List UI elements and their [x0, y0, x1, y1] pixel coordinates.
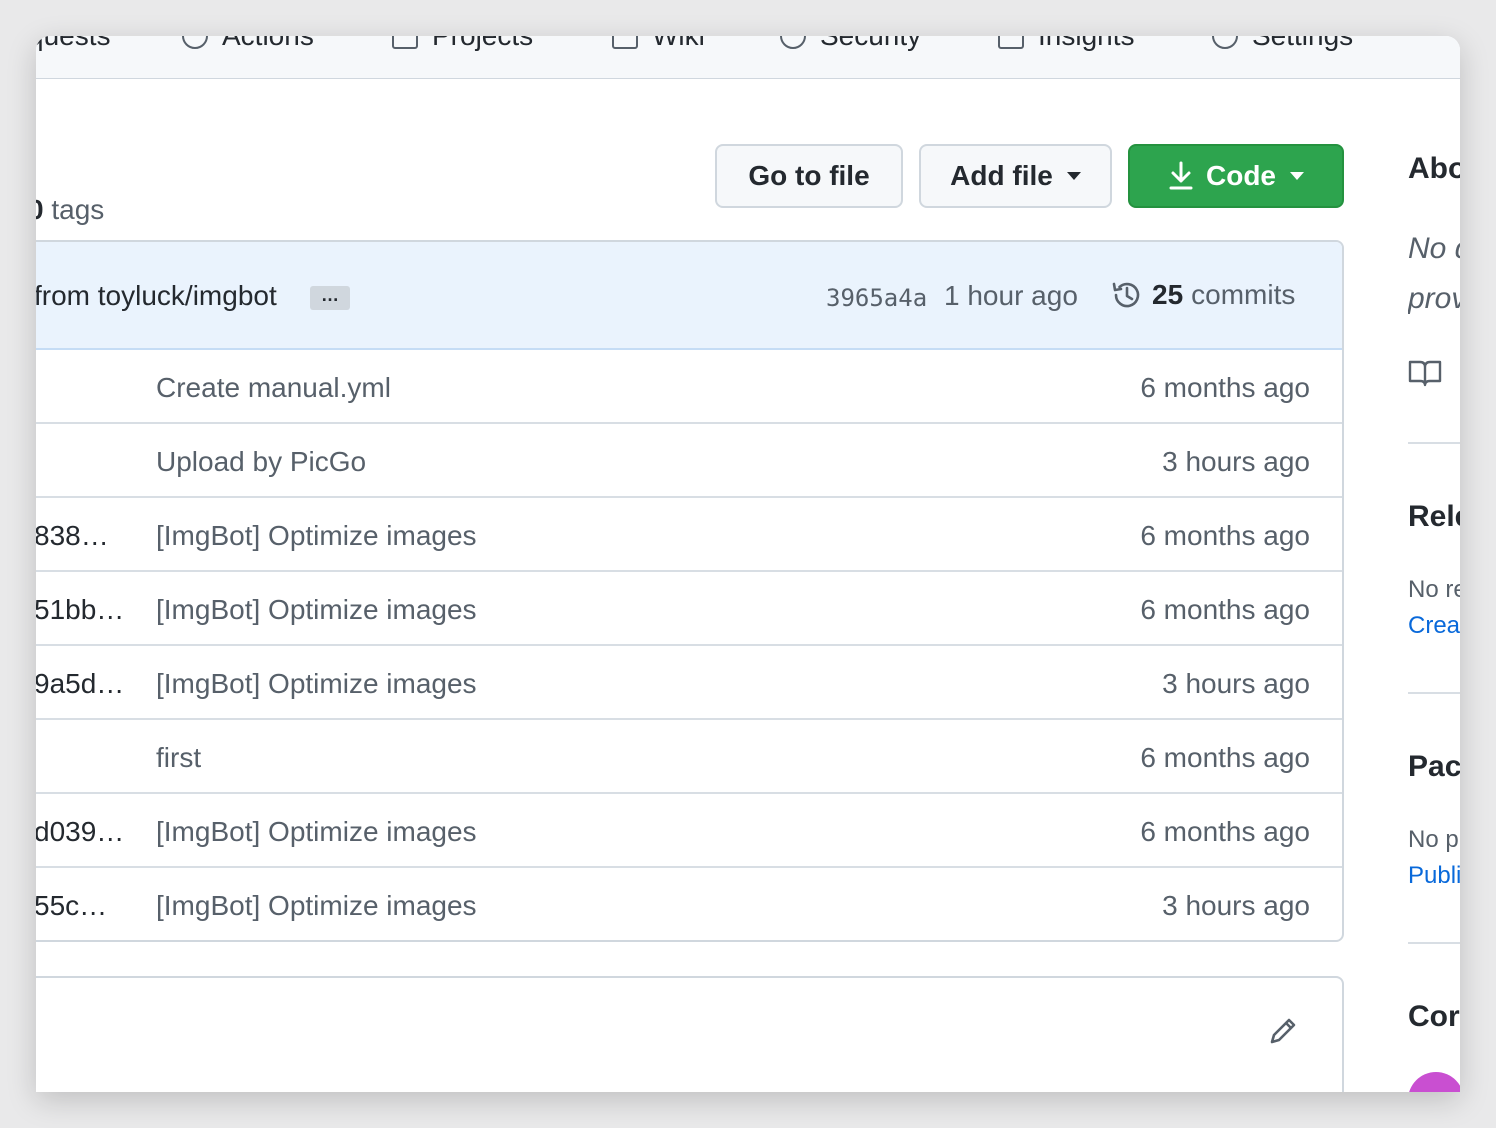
tags-label: tags: [51, 194, 105, 225]
file-row[interactable]: first 6 months ago: [36, 720, 1342, 794]
graph-icon: [998, 36, 1024, 49]
file-row[interactable]: 51bb… [ImgBot] Optimize images 6 months …: [36, 572, 1342, 646]
file-commit-message[interactable]: first: [156, 742, 201, 774]
tags-link[interactable]: 0 tags: [36, 194, 104, 226]
file-age: 6 months ago: [1140, 742, 1310, 773]
commits-history-link[interactable]: 25 commits: [1110, 278, 1295, 312]
file-row[interactable]: 9a5d… [ImgBot] Optimize images 3 hours a…: [36, 646, 1342, 720]
nav-label: Wiki: [652, 36, 705, 52]
file-row[interactable]: d039… [ImgBot] Optimize images 6 months …: [36, 794, 1342, 868]
file-row[interactable]: 838… [ImgBot] Optimize images 6 months a…: [36, 498, 1342, 572]
create-release-link[interactable]: Crea: [1408, 612, 1460, 640]
about-text: prov: [1408, 282, 1460, 315]
play-icon: [182, 36, 208, 49]
latest-commit-bar: from toyluck/imgbot … 3965a4a 1 hour ago…: [36, 242, 1342, 350]
commits-label: commits: [1191, 279, 1296, 310]
go-to-file-label: Go to file: [748, 160, 870, 191]
shield-icon: [780, 36, 806, 49]
file-commit-message[interactable]: Create manual.yml: [156, 372, 391, 404]
about-heading: Abo: [1408, 152, 1460, 185]
file-commit-message[interactable]: [ImgBot] Optimize images: [156, 594, 477, 626]
nav-projects[interactable]: Projects: [392, 36, 533, 54]
file-name[interactable]: 838…: [36, 520, 109, 552]
file-age: 6 months ago: [1140, 520, 1310, 551]
releases-text: No re: [1408, 576, 1460, 603]
nav-label: Projects: [432, 36, 533, 52]
nav-pull-requests[interactable]: quests: [36, 36, 111, 54]
nav-label: Security: [820, 36, 921, 52]
chevron-down-icon: [1066, 172, 1081, 180]
book-icon[interactable]: [1408, 358, 1442, 388]
about-text: No d: [1408, 232, 1460, 265]
file-age: 3 hours ago: [1162, 890, 1310, 921]
file-name[interactable]: d039…: [36, 816, 124, 848]
file-name[interactable]: 55c…: [36, 890, 107, 922]
publish-package-link[interactable]: Publi: [1408, 862, 1460, 890]
history-icon: [1112, 282, 1140, 308]
file-row[interactable]: Create manual.yml 6 months ago: [36, 350, 1342, 424]
packages-text: No p: [1408, 826, 1459, 853]
file-commit-message[interactable]: [ImgBot] Optimize images: [156, 668, 477, 700]
file-age: 6 months ago: [1140, 816, 1310, 847]
go-to-file-button[interactable]: Go to file: [715, 144, 903, 208]
file-name[interactable]: 9a5d…: [36, 668, 124, 700]
book-icon: [612, 36, 638, 49]
file-commit-message[interactable]: [ImgBot] Optimize images: [156, 520, 477, 552]
commit-time: 1 hour ago: [944, 280, 1078, 311]
nav-insights[interactable]: Insights: [998, 36, 1135, 54]
nav-wiki[interactable]: Wiki: [612, 36, 705, 54]
browser-window: quests Actions Projects Wiki Security In…: [36, 36, 1460, 1092]
code-button[interactable]: Code: [1128, 144, 1344, 208]
file-row[interactable]: Upload by PicGo 3 hours ago: [36, 424, 1342, 498]
file-age: 6 months ago: [1140, 372, 1310, 403]
nav-security[interactable]: Security: [780, 36, 921, 54]
download-icon: [1169, 161, 1193, 190]
pencil-icon[interactable]: [1266, 1014, 1300, 1048]
nav-label: Settings: [1252, 36, 1353, 52]
nav-settings[interactable]: Settings: [1212, 36, 1353, 54]
tags-count: 0: [36, 194, 44, 225]
readme-box: [36, 976, 1344, 1092]
divider: [1408, 442, 1460, 444]
expand-commit-button[interactable]: …: [310, 286, 350, 310]
file-commit-message[interactable]: [ImgBot] Optimize images: [156, 890, 477, 922]
packages-heading[interactable]: Pac: [1408, 750, 1460, 784]
repo-nav: quests Actions Projects Wiki Security In…: [36, 36, 1460, 79]
commits-count: 25: [1152, 279, 1184, 310]
file-commit-message[interactable]: [ImgBot] Optimize images: [156, 816, 477, 848]
commit-sha-link[interactable]: 3965a4a: [826, 284, 927, 312]
avatar[interactable]: [1408, 1072, 1460, 1092]
nav-actions[interactable]: Actions: [182, 36, 314, 54]
file-commit-message[interactable]: Upload by PicGo: [156, 446, 366, 478]
divider: [1408, 692, 1460, 694]
code-label: Code: [1206, 160, 1276, 191]
gear-icon: [1212, 36, 1238, 49]
file-age: 6 months ago: [1140, 594, 1310, 625]
divider: [1408, 942, 1460, 944]
releases-heading[interactable]: Rele: [1408, 500, 1460, 534]
add-file-button[interactable]: Add file: [919, 144, 1112, 208]
chevron-down-icon: [1290, 172, 1304, 180]
repo-sidebar: Abo No d prov Rele No re Crea Pac No p P…: [1408, 36, 1460, 1092]
file-age: 3 hours ago: [1162, 668, 1310, 699]
file-age: 3 hours ago: [1162, 446, 1310, 477]
nav-label: Insights: [1038, 36, 1135, 52]
file-list: from toyluck/imgbot … 3965a4a 1 hour ago…: [36, 240, 1344, 942]
nav-label: quests: [36, 36, 111, 52]
table-icon: [392, 36, 418, 49]
file-row[interactable]: 55c… [ImgBot] Optimize images 3 hours ag…: [36, 868, 1342, 940]
commit-message-link[interactable]: from toyluck/imgbot: [36, 280, 277, 312]
file-name[interactable]: 51bb…: [36, 594, 124, 626]
add-file-label: Add file: [950, 160, 1053, 191]
nav-label: Actions: [222, 36, 314, 52]
contributors-heading[interactable]: Cor: [1408, 1000, 1460, 1034]
